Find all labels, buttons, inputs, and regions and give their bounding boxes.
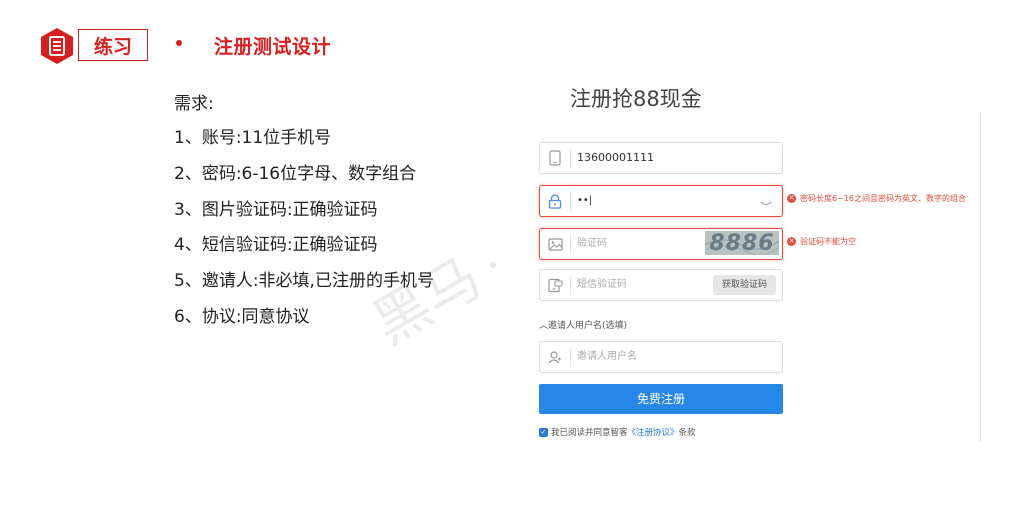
invite-placeholder: 邀请人用户名 — [577, 351, 637, 362]
divider — [980, 112, 981, 442]
captcha-placeholder: 验证码 — [577, 238, 607, 249]
agree-checkbox[interactable]: ✓ — [539, 427, 548, 437]
sms-field[interactable]: 短信验证码 获取验证码 — [539, 269, 783, 301]
requirement-item: 1、账号:11位手机号 — [174, 128, 332, 148]
get-sms-code-button[interactable]: 获取验证码 — [713, 275, 776, 295]
image-icon — [540, 229, 570, 259]
eye-closed-icon[interactable] — [760, 199, 772, 210]
captcha-error: ✕ 验证码不能为空 — [787, 237, 856, 246]
register-button[interactable]: 免费注册 — [539, 384, 783, 414]
invite-toggle[interactable]: ︿邀请人用户名(选填) — [539, 318, 627, 331]
phone-field[interactable]: 13600001111 — [539, 142, 783, 174]
invite-field[interactable]: 邀请人用户名 — [539, 341, 783, 373]
form-title: 注册抢88现金 — [570, 87, 702, 111]
captcha-image[interactable]: 8886 — [705, 231, 779, 255]
requirement-item: 2、密码:6-16位字母、数字组合 — [174, 163, 417, 184]
password-error: ✕ 密码长度6~16之间且密码为英文、数字的组合 — [787, 194, 966, 203]
phone-icon — [540, 143, 570, 173]
error-icon: ✕ — [787, 237, 796, 246]
agreement: ✓ 我已阅读并同意智客 《注册协议》 条款 — [539, 426, 696, 438]
chevron-up-icon: ︿ — [539, 321, 549, 331]
requirement-item: 4、短信验证码:正确验证码 — [174, 235, 378, 256]
page-title: 注册测试设计 — [214, 36, 332, 58]
watermark-dot — [490, 262, 496, 268]
phone-value: 13600001111 — [577, 151, 654, 164]
sms-icon — [540, 270, 570, 300]
sms-placeholder: 短信验证码 — [577, 279, 627, 290]
password-field[interactable]: ••| — [539, 185, 783, 217]
practice-icon — [40, 27, 74, 65]
requirements-title: 需求: — [174, 94, 214, 114]
lock-icon — [540, 186, 570, 216]
section-label: 练习 — [78, 29, 148, 61]
user-icon — [540, 342, 570, 372]
password-value: ••| — [577, 195, 593, 206]
captcha-field[interactable]: 验证码 8886 — [539, 228, 783, 260]
requirement-item: 3、图片验证码:正确验证码 — [174, 199, 378, 220]
agreement-link[interactable]: 《注册协议》 — [628, 426, 679, 438]
error-icon: ✕ — [787, 194, 796, 203]
bullet-dot — [176, 40, 182, 46]
